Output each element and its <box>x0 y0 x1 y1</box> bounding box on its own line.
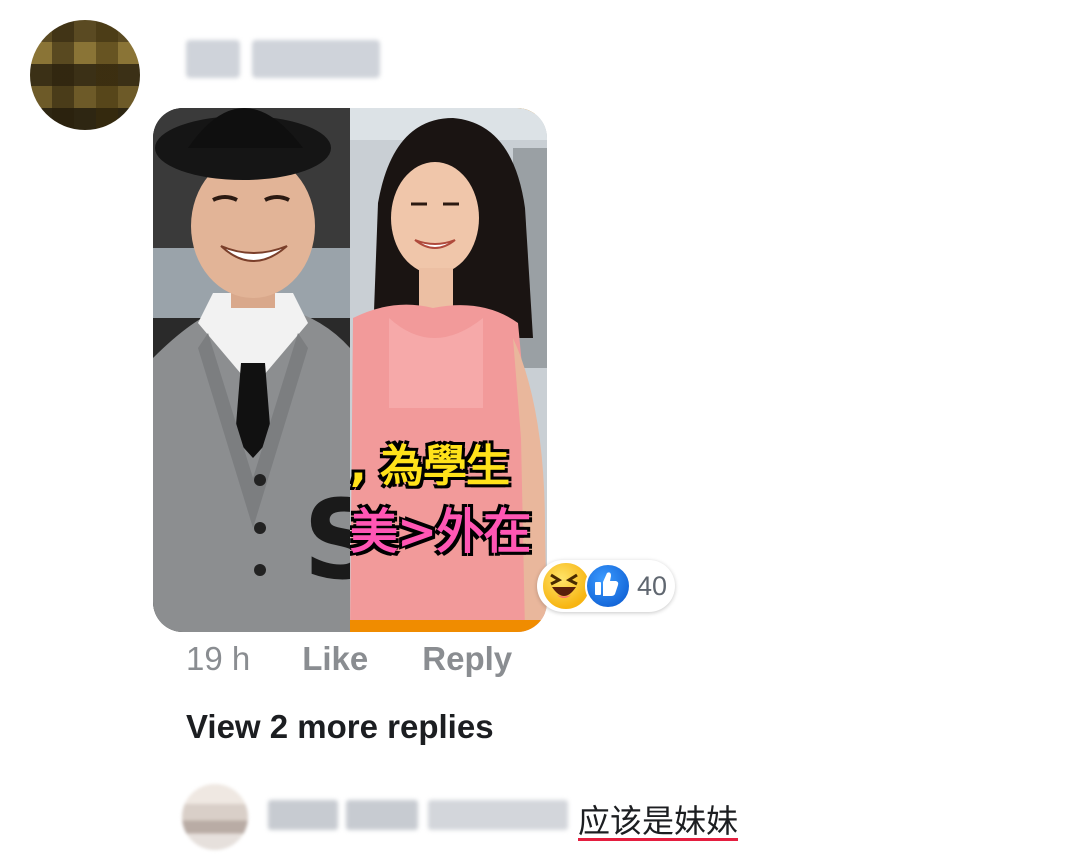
reply-text: 应该是妹妹 <box>578 802 739 840</box>
commenter-surname-blurred[interactable] <box>252 40 380 78</box>
comment-timestamp[interactable]: 19 h <box>186 640 250 678</box>
comment-image[interactable]: S , 為學生 美>外在 <box>153 108 547 632</box>
commenter-name-blurred[interactable] <box>186 40 240 78</box>
reply-avatar[interactable] <box>182 784 248 850</box>
like-emoji-icon <box>585 563 631 609</box>
reply-tagged-name-blurred[interactable] <box>428 800 568 830</box>
commenter-avatar[interactable] <box>30 20 140 130</box>
image-caption-line1: , 為學生 <box>350 441 510 492</box>
reply-button[interactable]: Reply <box>422 640 512 678</box>
haha-emoji-icon <box>541 561 591 611</box>
view-more-replies-link[interactable]: View 2 more replies <box>186 708 494 746</box>
comment-actions: 19 h Like Reply <box>186 640 512 678</box>
reaction-count: 40 <box>637 570 668 601</box>
like-button[interactable]: Like <box>302 640 368 678</box>
reactions-summary[interactable]: 40 <box>537 560 675 612</box>
reply-author-surname-blurred[interactable] <box>346 800 418 830</box>
reply-author-name-blurred[interactable] <box>268 800 338 830</box>
image-caption-line2: 美>外在 <box>350 504 531 560</box>
